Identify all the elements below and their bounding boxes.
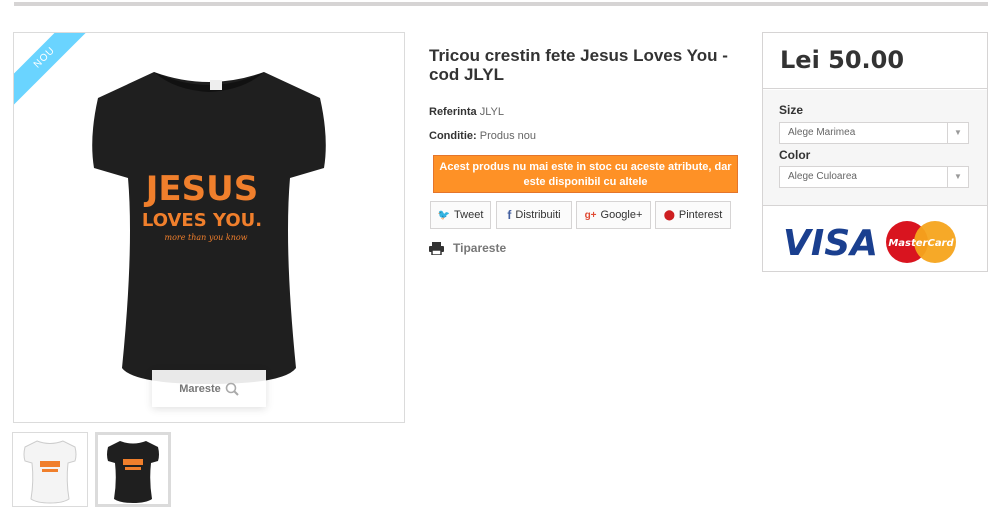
product-reference: Referinta JLYL xyxy=(429,106,504,118)
pinterest-button[interactable]: ⬤ Pinterest xyxy=(655,201,731,229)
chevron-down-icon: ▼ xyxy=(947,167,968,187)
tweet-button[interactable]: 🐦 Tweet xyxy=(430,201,491,229)
print-link[interactable]: Tipareste xyxy=(429,241,506,255)
pinterest-icon: ⬤ xyxy=(663,209,675,221)
attributes-area: Size Alege Marimea ▼ Color Alege Culoare… xyxy=(763,90,987,206)
google-plus-button[interactable]: g+ Google+ xyxy=(576,201,651,229)
pinterest-label: Pinterest xyxy=(678,209,723,221)
product-condition: Conditie: Produs nou xyxy=(429,130,536,142)
price-area: Lei 50.00 xyxy=(763,33,987,89)
chevron-down-icon: ▼ xyxy=(947,123,968,143)
color-select-value: Alege Culoarea xyxy=(788,171,857,182)
new-badge: Nou xyxy=(14,33,94,113)
color-select[interactable]: Alege Culoarea ▼ xyxy=(779,166,969,188)
google-plus-label: Google+ xyxy=(600,209,643,221)
mastercard-logo-text: MasterCard xyxy=(888,238,954,249)
condition-value: Produs nou xyxy=(479,130,536,142)
thumbnail-black-shirt[interactable] xyxy=(95,432,171,507)
zoom-label: Mareste xyxy=(179,382,221,395)
magnifier-icon xyxy=(225,382,239,396)
top-divider xyxy=(14,2,988,6)
size-select[interactable]: Alege Marimea ▼ xyxy=(779,122,969,144)
buy-box: Lei 50.00 Size Alege Marimea ▼ Color Ale… xyxy=(762,32,988,272)
size-select-value: Alege Marimea xyxy=(788,127,856,138)
twitter-icon: 🐦 xyxy=(437,209,451,221)
condition-label: Conditie: xyxy=(429,130,477,142)
color-label: Color xyxy=(779,148,811,162)
tweet-label: Tweet xyxy=(454,209,484,221)
thumbnail-black-shirt-image xyxy=(107,441,159,503)
product-main-image[interactable]: Nou JESUS LOVES YOU. more than you know … xyxy=(13,32,405,423)
reference-value: JLYL xyxy=(479,106,505,118)
product-title: Tricou crestin fete Jesus Loves You - co… xyxy=(429,46,728,84)
facebook-share-label: Distribuiti xyxy=(515,209,561,221)
shirt-print-line1: JESUS xyxy=(144,169,258,209)
facebook-icon: f xyxy=(507,208,512,222)
new-badge-label: Nou xyxy=(14,33,92,105)
zoom-button[interactable]: Mareste xyxy=(152,370,266,407)
thumbnail-white-shirt[interactable] xyxy=(12,432,88,507)
facebook-share-button[interactable]: f Distribuiti xyxy=(496,201,572,229)
size-label: Size xyxy=(779,103,804,117)
google-plus-icon: g+ xyxy=(584,209,597,221)
shirt-print-line3: more than you know xyxy=(164,233,247,242)
shirt-print-line2: LOVES YOU. xyxy=(142,210,262,231)
reference-label: Referinta xyxy=(429,106,477,118)
payment-cards-logo: VISA MasterCard xyxy=(783,221,956,264)
visa-logo-text: VISA xyxy=(783,223,878,264)
product-price: Lei 50.00 xyxy=(780,46,905,74)
printer-icon xyxy=(429,241,444,255)
print-label: Tipareste xyxy=(453,241,507,255)
thumbnail-white-shirt-image xyxy=(23,440,77,504)
stock-alert: Acest produs nu mai este in stoc cu aces… xyxy=(433,155,738,193)
tshirt-image: JESUS LOVES YOU. more than you know xyxy=(92,72,326,384)
